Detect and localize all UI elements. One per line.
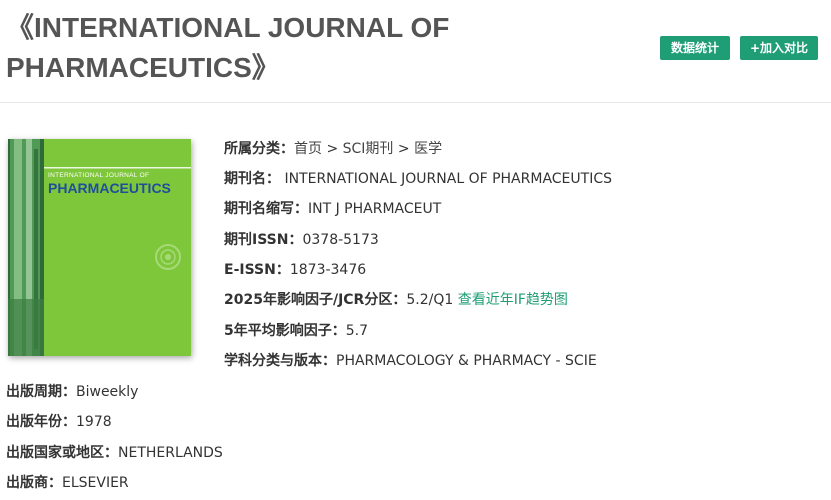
if-trend-link[interactable]: 查看近年IF趋势图 — [458, 292, 568, 308]
data-stats-button[interactable]: 数据统计 — [660, 36, 730, 60]
journal-name-row: 期刊名： INTERNATIONAL JOURNAL OF PHARMACEUT… — [224, 169, 612, 189]
publisher-value: ELSEVIER — [62, 475, 129, 491]
category-row: 所属分类：首页 > SCI期刊 > 医学 — [224, 139, 442, 159]
journal-name-label: 期刊名： — [224, 171, 280, 187]
avg-if-label: 5年平均影响因子： — [224, 323, 346, 339]
frequency-value: Biweekly — [76, 384, 139, 400]
publisher-row: 出版商：ELSEVIER — [6, 473, 129, 493]
issn-row: 期刊ISSN：0378-5173 — [224, 230, 379, 250]
abbr-row: 期刊名缩写：INT J PHARMACEUT — [224, 199, 441, 219]
add-compare-button[interactable]: +加入对比 — [740, 36, 818, 60]
eissn-row: E-ISSN：1873-3476 — [224, 260, 366, 280]
page-title-line1: 《INTERNATIONAL JOURNAL OF — [6, 12, 450, 43]
country-value: NETHERLANDS — [118, 445, 223, 461]
avg-if-row: 5年平均影响因子：5.7 — [224, 321, 368, 341]
abbr-value: INT J PHARMACEUT — [308, 201, 442, 217]
cover-title-small: INTERNATIONAL JOURNAL OF — [48, 172, 150, 179]
eissn-value: 1873-3476 — [289, 262, 367, 278]
page-title-line2: PHARMACEUTICS》 — [6, 52, 280, 83]
category-label: 所属分类： — [224, 141, 294, 157]
issn-value: 0378-5173 — [302, 232, 379, 248]
impact-factor-value: 5.2/Q1 — [406, 292, 454, 308]
abbr-label: 期刊名缩写： — [224, 201, 308, 217]
year-row: 出版年份：1978 — [6, 412, 112, 432]
country-label: 出版国家或地区： — [6, 445, 118, 461]
breadcrumb-sci[interactable]: SCI期刊 — [343, 141, 394, 157]
journal-name-value: INTERNATIONAL JOURNAL OF PHARMACEUTICS — [284, 171, 612, 187]
breadcrumb-home[interactable]: 首页 — [294, 141, 322, 157]
subject-row: 学科分类与版本：PHARMACOLOGY & PHARMACY - SCIE — [224, 351, 597, 371]
header-divider — [0, 102, 831, 103]
year-label: 出版年份： — [6, 414, 76, 430]
subject-label: 学科分类与版本： — [224, 353, 336, 369]
frequency-label: 出版周期： — [6, 384, 76, 400]
eissn-label: E-ISSN： — [224, 262, 290, 278]
journal-cover-image: INTERNATIONAL JOURNAL OF PHARMACEUTICS — [8, 139, 191, 356]
breadcrumb-sep: > — [393, 141, 415, 157]
subject-value: PHARMACOLOGY & PHARMACY - SCIE — [336, 353, 597, 369]
publisher-label: 出版商： — [6, 475, 62, 491]
cover-title-large: PHARMACEUTICS — [48, 180, 171, 196]
country-row: 出版国家或地区：NETHERLANDS — [6, 443, 223, 463]
breadcrumb-sep: > — [322, 141, 343, 157]
frequency-row: 出版周期：Biweekly — [6, 382, 138, 402]
avg-if-value: 5.7 — [345, 323, 369, 339]
impact-factor-row: 2025年影响因子/JCR分区：5.2/Q1 查看近年IF趋势图 — [224, 290, 568, 310]
issn-label: 期刊ISSN： — [224, 232, 303, 248]
page-title: 《INTERNATIONAL JOURNAL OF PHARMACEUTICS》 — [6, 8, 526, 88]
breadcrumb-medicine[interactable]: 医学 — [414, 141, 442, 157]
impact-factor-label: 2025年影响因子/JCR分区： — [224, 292, 407, 308]
year-value: 1978 — [76, 414, 112, 430]
